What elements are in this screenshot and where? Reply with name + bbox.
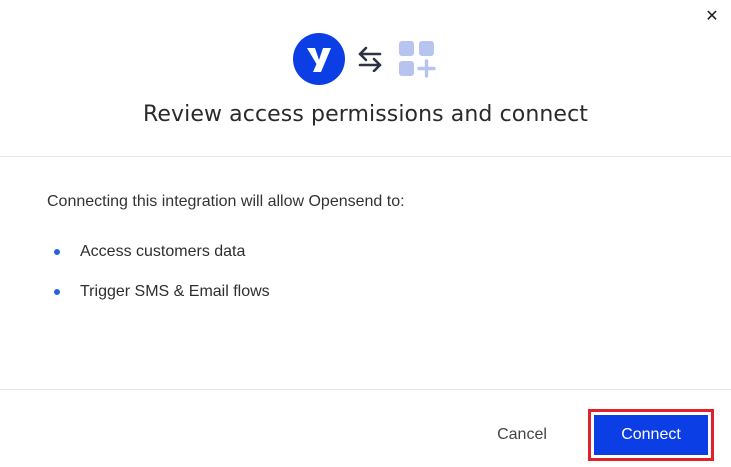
bullet-icon — [54, 289, 60, 295]
connect-button[interactable]: Connect — [594, 415, 708, 455]
dialog-footer: Cancel Connect — [0, 389, 731, 467]
list-item: Trigger SMS & Email flows — [47, 272, 687, 312]
cancel-button[interactable]: Cancel — [480, 415, 564, 455]
dialog-title: Review access permissions and connect — [143, 102, 588, 127]
yotpo-y-glyph — [306, 48, 331, 72]
bullet-icon — [54, 249, 60, 255]
permission-label: Trigger SMS & Email flows — [80, 283, 270, 300]
permission-list: Access customers data Trigger SMS & Emai… — [47, 232, 687, 312]
permission-label: Access customers data — [80, 243, 246, 260]
integration-logos — [0, 33, 731, 85]
apps-add-icon — [395, 37, 439, 81]
dialog-body: Connecting this integration will allow O… — [47, 193, 687, 312]
dialog-header: Review access permissions and connect — [0, 0, 731, 157]
yotpo-logo — [292, 33, 345, 85]
connect-button-highlight: Connect — [588, 409, 714, 461]
list-item: Access customers data — [47, 232, 687, 272]
swap-arrows-icon — [353, 42, 387, 76]
intro-text: Connecting this integration will allow O… — [47, 193, 405, 210]
